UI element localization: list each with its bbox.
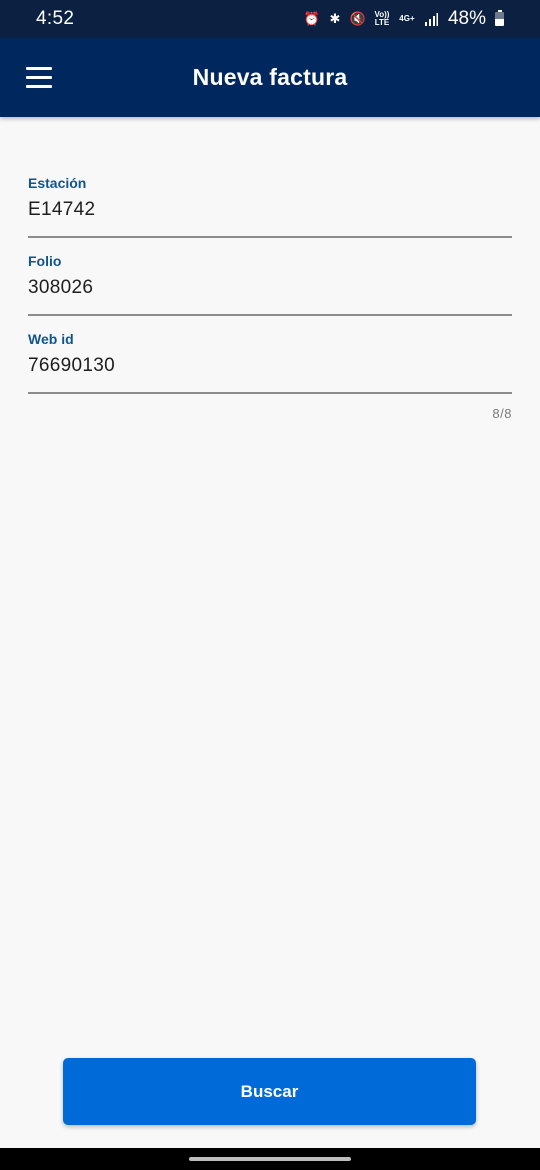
4g-plus-icon: 4G+ xyxy=(398,11,416,27)
volte-icon: Vo)) LTE xyxy=(373,11,391,27)
folio-field[interactable]: Folio xyxy=(28,250,512,328)
status-bar: 4:52 ⏰ ✱ 🔇 Vo)) LTE 4G+ 48% xyxy=(0,0,540,38)
network-label: 4G+ xyxy=(399,14,415,23)
folio-input[interactable] xyxy=(28,273,512,303)
status-time: 4:52 xyxy=(36,8,75,29)
web-id-underline xyxy=(28,392,512,394)
status-icons: ⏰ ✱ 🔇 Vo)) LTE 4G+ 48% xyxy=(304,8,504,30)
web-id-label: Web id xyxy=(28,331,74,347)
navigation-bar xyxy=(0,1148,540,1170)
web-id-field[interactable]: Web id xyxy=(28,328,512,406)
battery-icon xyxy=(495,10,504,26)
invoice-form: Estación Folio Web id 8/8 xyxy=(28,172,512,421)
station-underline xyxy=(28,236,512,238)
alarm-icon: ⏰ xyxy=(303,11,321,26)
hamburger-menu-icon[interactable] xyxy=(22,62,56,92)
app-bar: Nueva factura xyxy=(0,38,540,117)
search-button[interactable]: Buscar xyxy=(63,1058,476,1125)
battery-percent: 48% xyxy=(447,8,486,29)
character-counter: 8/8 xyxy=(492,406,512,421)
page-title: Nueva factura xyxy=(192,64,348,90)
station-input[interactable] xyxy=(28,195,512,225)
folio-label: Folio xyxy=(28,253,62,269)
station-label: Estación xyxy=(28,175,87,191)
mute-icon: 🔇 xyxy=(349,11,367,26)
station-field[interactable]: Estación xyxy=(28,172,512,250)
home-indicator[interactable] xyxy=(189,1157,351,1161)
signal-icon xyxy=(423,11,439,27)
bluetooth-icon: ✱ xyxy=(329,11,341,26)
folio-underline xyxy=(28,314,512,316)
web-id-input[interactable] xyxy=(28,351,512,381)
volte-label-bottom: LTE xyxy=(374,18,390,27)
